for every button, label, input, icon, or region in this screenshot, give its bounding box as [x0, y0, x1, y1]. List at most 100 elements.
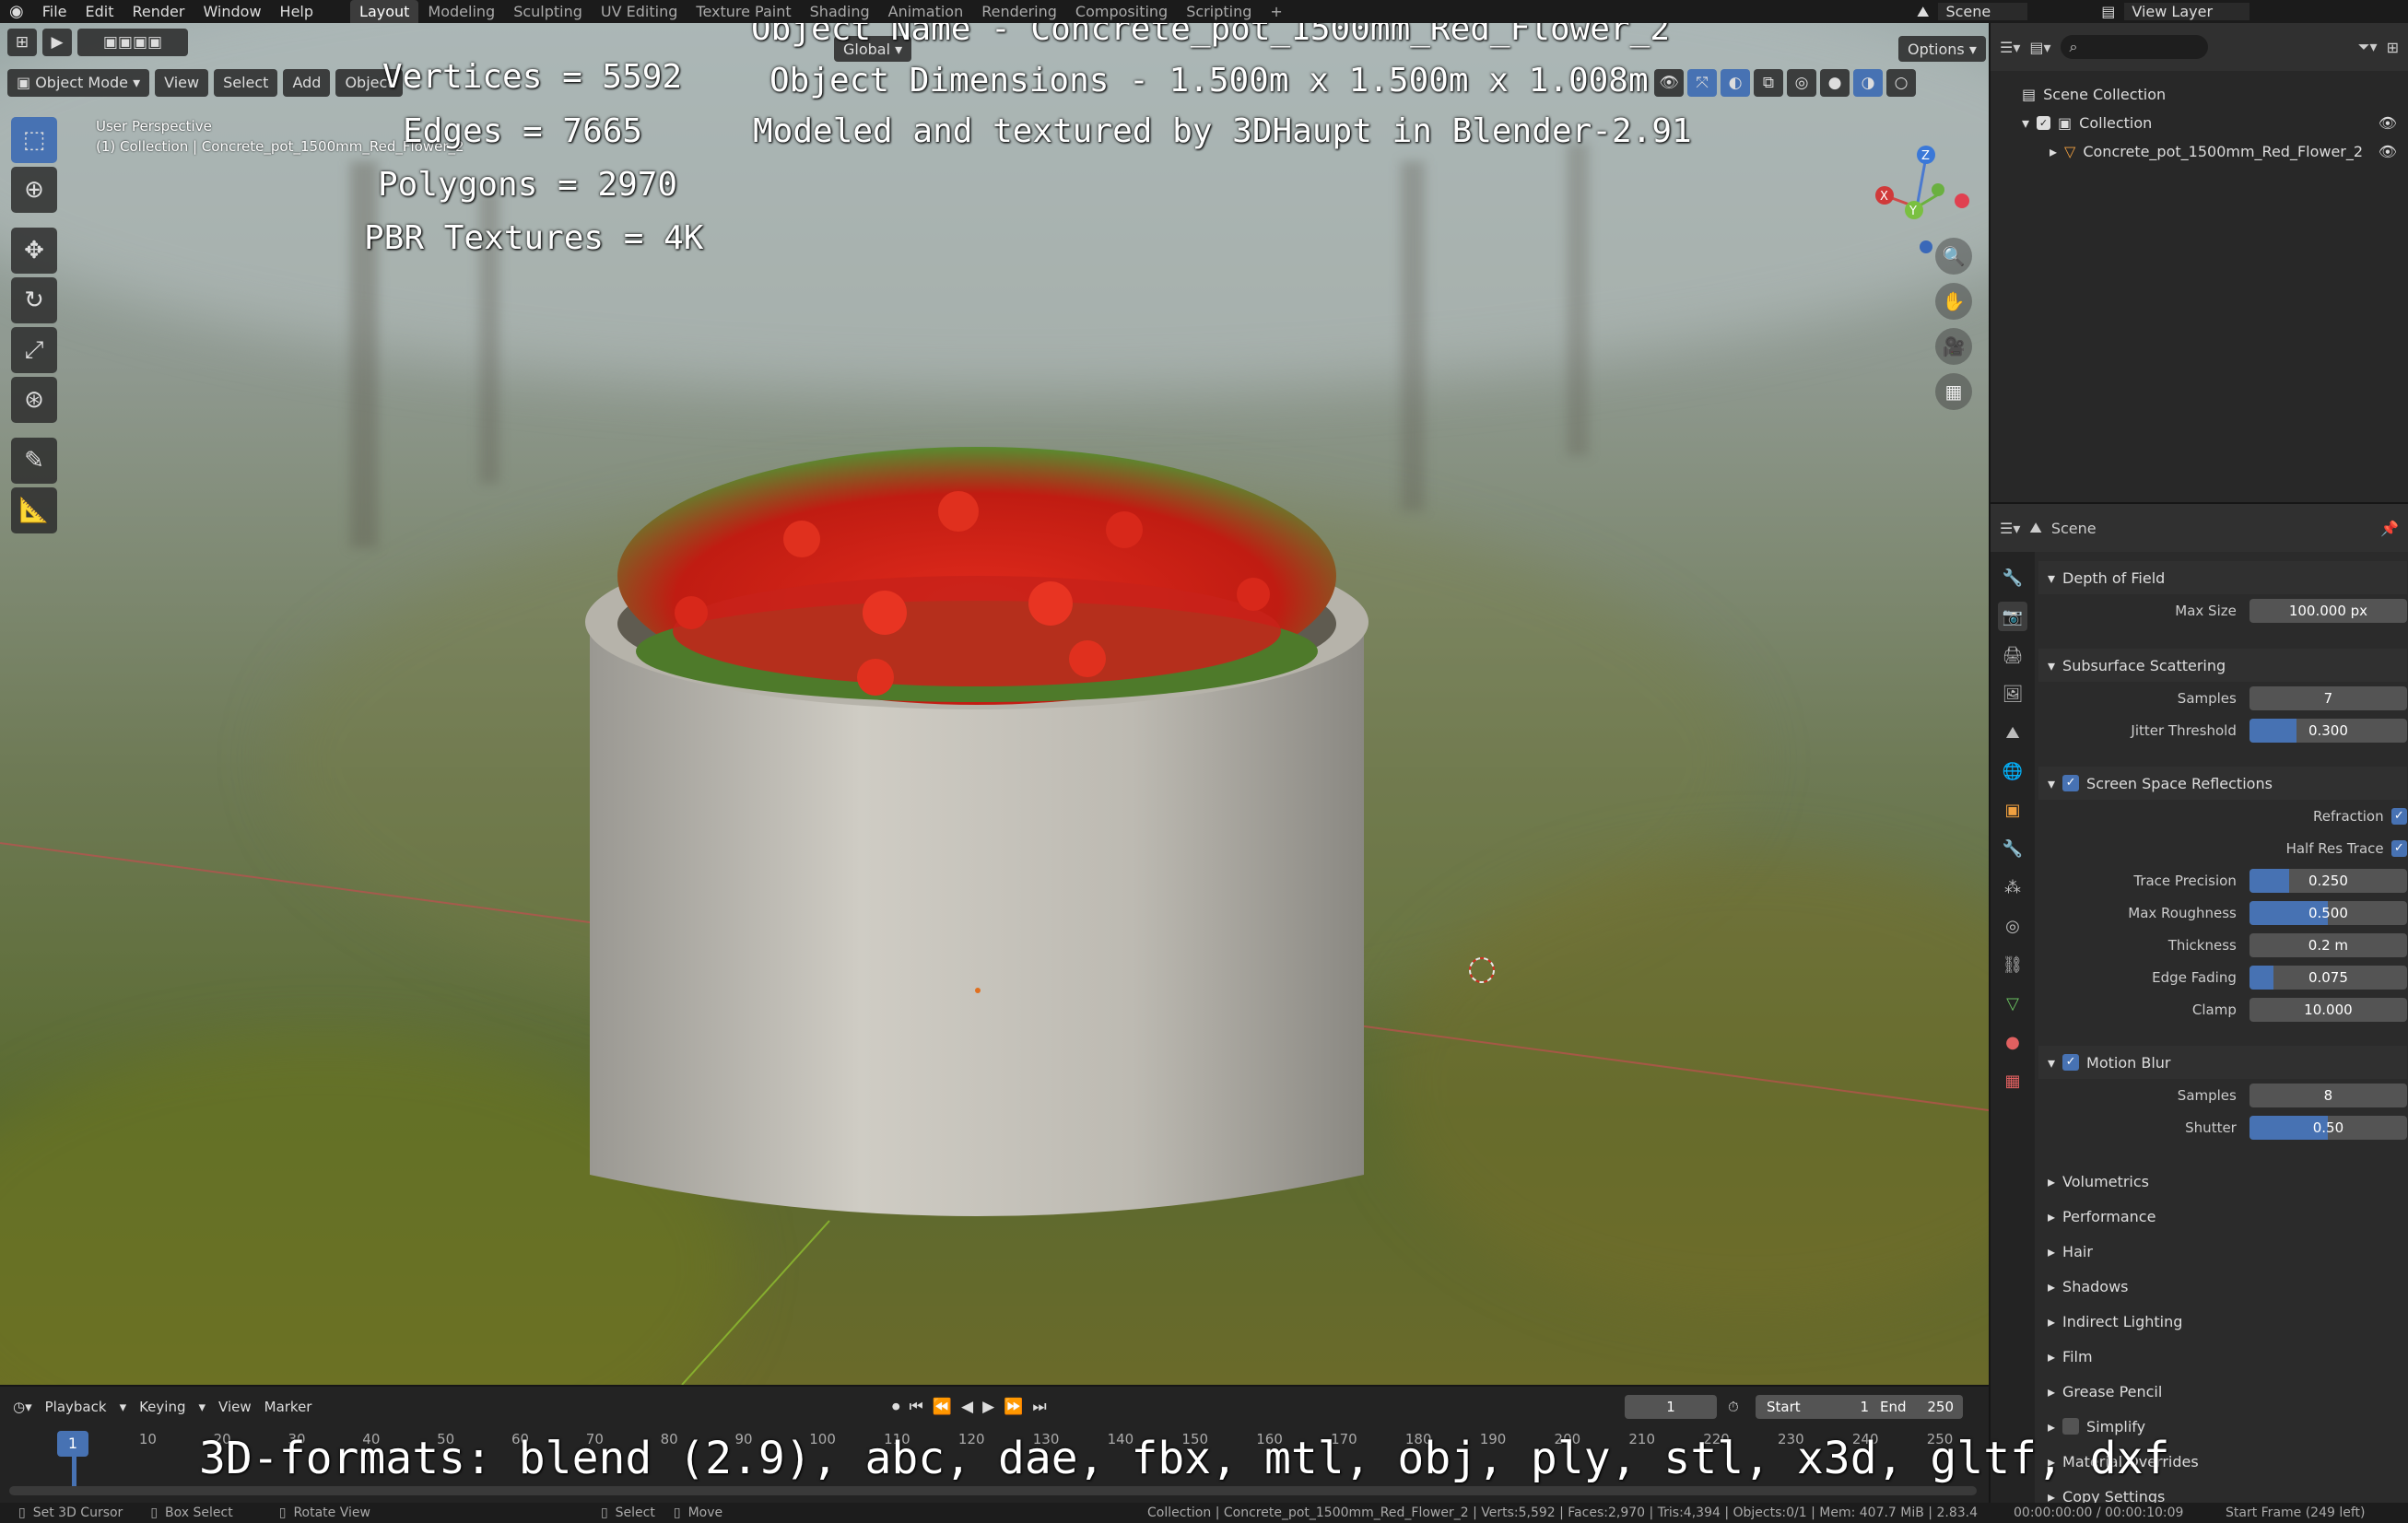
max-roughness-slider[interactable]: 0.500 — [2249, 900, 2407, 925]
constraints-tab-icon[interactable]: ⛓ — [1998, 950, 2027, 979]
visibility-icon[interactable]: 👁 — [1654, 69, 1684, 97]
select-tool-icon[interactable]: ▶ — [42, 29, 72, 56]
shutter-slider[interactable]: 0.50 — [2249, 1115, 2407, 1140]
new-collection-icon[interactable]: ⊞ — [2387, 39, 2399, 56]
measure-tool-icon[interactable]: 📐 — [11, 487, 57, 533]
mb-samples-field[interactable]: 8 — [2249, 1083, 2407, 1107]
transform-tool-icon[interactable]: ⊛ — [11, 377, 57, 423]
texture-tab-icon[interactable]: ▦ — [1998, 1066, 2027, 1095]
ssr-header[interactable]: ▾ ✓ Screen Space Reflections — [2038, 767, 2407, 800]
workspace-tab-sculpting[interactable]: Sculpting — [504, 3, 592, 20]
performance-panel[interactable]: ▸ Performance — [2038, 1199, 2407, 1234]
preview-range-icon[interactable]: ⏱ — [1728, 1399, 1739, 1415]
particles-tab-icon[interactable]: ⁂ — [1998, 873, 2027, 902]
scale-tool-icon[interactable]: ⤢ — [11, 327, 57, 373]
play-reverse-icon[interactable]: ◀ — [961, 1398, 973, 1416]
expand-arrow-icon[interactable]: ▸ — [2050, 143, 2057, 160]
view-layer-tab-icon[interactable]: 🖼 — [1998, 679, 2027, 709]
timeline-view-menu[interactable]: View — [218, 1399, 252, 1415]
collection-row[interactable]: ▾ ✓ ▣ Collection 👁 — [2022, 109, 2408, 137]
camera-view-icon[interactable]: 🎥 — [1935, 328, 1972, 365]
scene-tab-icon[interactable]: ⛰ — [1998, 718, 2027, 747]
scene-collection-row[interactable]: ▤ Scene Collection — [2022, 80, 2408, 109]
ssr-enable-checkbox[interactable]: ✓ — [2062, 775, 2080, 791]
refraction-checkbox[interactable]: ✓ — [2390, 807, 2407, 825]
options-dropdown[interactable]: Options ▾ — [1898, 36, 1986, 62]
display-mode-icon[interactable]: ▤▾ — [2029, 39, 2050, 56]
solid-shading-icon[interactable]: ● — [1820, 69, 1850, 97]
jitter-threshold-slider[interactable]: 0.300 — [2249, 718, 2407, 743]
motion-blur-header[interactable]: ▾ ✓ Motion Blur — [2038, 1046, 2407, 1079]
end-frame-field[interactable]: End 250 — [1871, 1395, 1963, 1419]
record-icon[interactable]: ⏺ — [892, 1398, 900, 1416]
physics-tab-icon[interactable]: ◎ — [1998, 911, 2027, 941]
select-mode-icons[interactable]: ▣▣▣▣ — [77, 29, 188, 56]
keying-menu[interactable]: Keying — [139, 1399, 185, 1415]
jump-start-icon[interactable]: ⏮ — [910, 1398, 923, 1416]
move-tool-icon[interactable]: ✥ — [11, 228, 57, 274]
menu-window[interactable]: Window — [194, 3, 270, 20]
menu-file[interactable]: File — [33, 3, 76, 20]
half-res-trace-checkbox[interactable]: ✓ — [2390, 839, 2407, 857]
navigation-gizmo[interactable]: Z X Y — [1866, 120, 1977, 258]
object-mode-dropdown[interactable]: ▣ Object Mode ▾ — [7, 69, 150, 97]
indirect-lighting-panel[interactable]: ▸ Indirect Lighting — [2038, 1304, 2407, 1339]
modifier-tab-icon[interactable]: 🔧 — [1998, 834, 2027, 863]
scene-selector[interactable]: Scene — [1938, 3, 2028, 20]
wireframe-shading-icon[interactable]: ◎ — [1787, 69, 1816, 97]
select-box-tool-icon[interactable]: ⬚ — [11, 117, 57, 163]
world-tab-icon[interactable]: 🌐 — [1998, 756, 2027, 786]
sss-samples-field[interactable]: 7 — [2249, 685, 2407, 710]
current-frame-field[interactable]: 1 — [1625, 1395, 1717, 1419]
trace-precision-slider[interactable]: 0.250 — [2249, 868, 2407, 893]
clamp-field[interactable]: 10.000 — [2249, 997, 2407, 1022]
playhead-frame-badge[interactable]: 1 — [57, 1431, 88, 1457]
dof-header[interactable]: ▾ Depth of Field — [2038, 561, 2407, 594]
next-keyframe-icon[interactable]: ⏩ — [1004, 1398, 1023, 1416]
edge-fading-slider[interactable]: 0.075 — [2249, 965, 2407, 990]
rotate-tool-icon[interactable]: ↻ — [11, 277, 57, 323]
viewport-menu-select[interactable]: Select — [214, 69, 278, 97]
max-size-field[interactable]: 100.000 px — [2249, 598, 2407, 623]
workspace-tab-compositing[interactable]: Compositing — [1066, 3, 1177, 20]
annotate-tool-icon[interactable]: ✎ — [11, 438, 57, 484]
volumetrics-panel[interactable]: ▸ Volumetrics — [2038, 1164, 2407, 1199]
workspace-tab-uv-editing[interactable]: UV Editing — [592, 3, 687, 20]
material-shading-icon[interactable]: ◑ — [1853, 69, 1883, 97]
3d-cursor-icon[interactable] — [1465, 954, 1498, 987]
viewport-menu-add[interactable]: Add — [283, 69, 331, 97]
workspace-tab-shading[interactable]: Shading — [801, 3, 879, 20]
menu-edit[interactable]: Edit — [76, 3, 123, 20]
playback-menu[interactable]: Playback — [45, 1399, 107, 1415]
expand-arrow-icon[interactable]: ▾ — [2022, 114, 2029, 132]
ortho-toggle-icon[interactable]: ▦ — [1935, 373, 1972, 410]
cursor-tool-icon[interactable]: ⊕ — [11, 167, 57, 213]
thickness-field[interactable]: 0.2 m — [2249, 932, 2407, 957]
play-icon[interactable]: ▶ — [982, 1398, 994, 1416]
collection-checkbox[interactable]: ✓ — [2037, 116, 2051, 130]
concrete-pot-object[interactable] — [571, 410, 1401, 1221]
timeline-scrollbar[interactable] — [9, 1486, 1977, 1495]
overlay-toggle-icon[interactable]: ◐ — [1721, 69, 1750, 97]
blender-logo-icon[interactable]: ◉ — [0, 2, 33, 21]
view-layer-selector[interactable]: View Layer — [2124, 3, 2250, 20]
xray-toggle-icon[interactable]: ⧉ — [1754, 69, 1783, 97]
outliner-search-field[interactable]: ⌕ — [2060, 35, 2208, 59]
gizmo-toggle-icon[interactable]: ⤧ — [1687, 69, 1717, 97]
workspace-tab-modeling[interactable]: Modeling — [418, 3, 504, 20]
grease-pencil-panel[interactable]: ▸ Grease Pencil — [2038, 1374, 2407, 1409]
workspace-tab-texture-paint[interactable]: Texture Paint — [687, 3, 800, 20]
viewport-menu-view[interactable]: View — [155, 69, 209, 97]
hair-panel[interactable]: ▸ Hair — [2038, 1234, 2407, 1269]
object-tab-icon[interactable]: ▣ — [1998, 795, 2027, 825]
motion-blur-checkbox[interactable]: ✓ — [2062, 1054, 2080, 1071]
outliner-editor-icon[interactable]: ☰▾ — [2000, 39, 2020, 56]
start-frame-field[interactable]: Start 1 — [1756, 1395, 1880, 1419]
tool-tab-icon[interactable]: 🔧 — [1998, 563, 2027, 592]
workspace-tab-scripting[interactable]: Scripting — [1177, 3, 1261, 20]
workspace-tab-layout[interactable]: Layout — [350, 0, 419, 23]
rendered-shading-icon[interactable]: ○ — [1886, 69, 1916, 97]
marker-menu[interactable]: Marker — [264, 1399, 312, 1415]
eye-icon[interactable]: 👁 — [2379, 114, 2397, 132]
object-row[interactable]: ▸ ▽ Concrete_pot_1500mm_Red_Flower_2 👁 — [2022, 137, 2408, 166]
